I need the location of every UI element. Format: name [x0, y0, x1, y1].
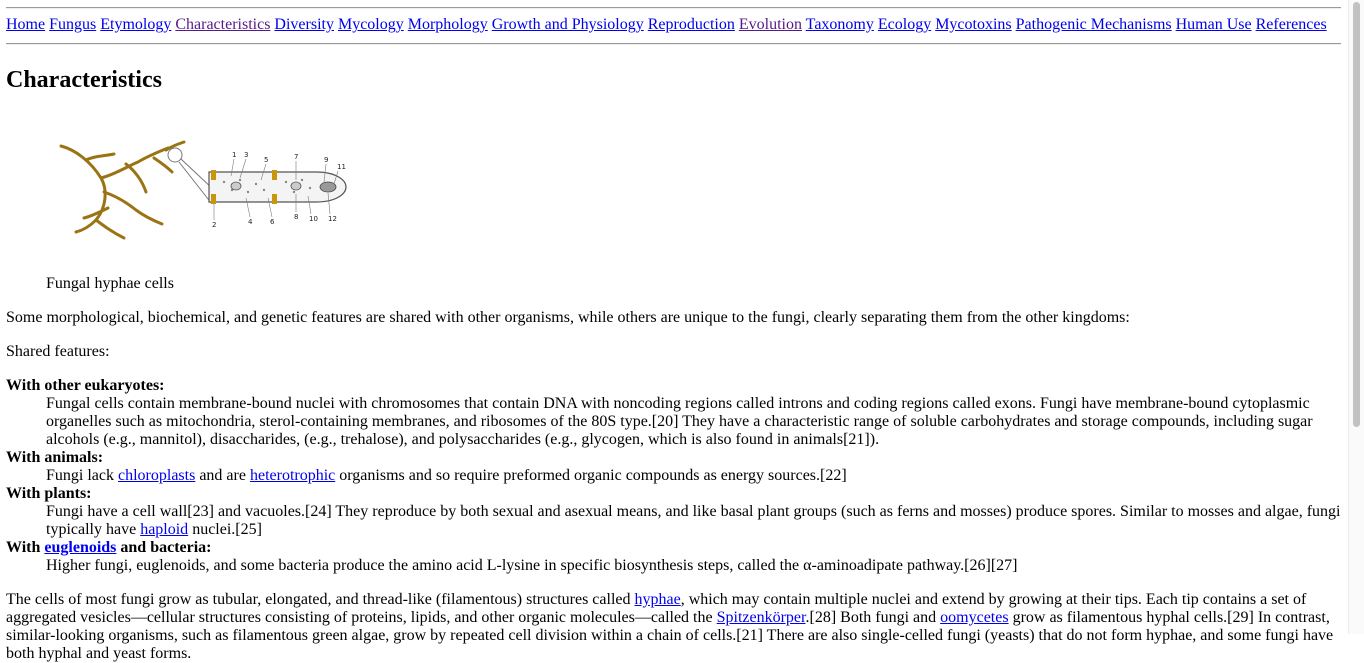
septum-right-bottom: [272, 194, 277, 204]
desc-eukaryotes: Fungal cells contain membrane-bound nucl…: [46, 395, 1313, 448]
link-oomycetes[interactable]: oomycetes: [940, 609, 1008, 626]
nav-link-fungus[interactable]: Fungus: [49, 16, 96, 33]
page-title: Characteristics: [6, 67, 162, 93]
desc-animals-mid: and are: [195, 467, 250, 484]
nucleus-1: [230, 181, 242, 191]
nav-link-ecology[interactable]: Ecology: [878, 16, 931, 33]
link-spitzenkorper[interactable]: Spitzenkörper: [717, 609, 806, 626]
vertical-scrollbar[interactable]: [1348, 0, 1364, 634]
nav-link-pathogenic-mechanisms[interactable]: Pathogenic Mechanisms: [1016, 16, 1172, 33]
link-chloroplasts[interactable]: chloroplasts: [118, 467, 195, 484]
link-euglenoids[interactable]: euglenoids: [44, 539, 116, 556]
label-2: 2: [212, 221, 216, 229]
top-divider: [6, 7, 1341, 9]
nav-link-mycology[interactable]: Mycology: [338, 16, 404, 33]
term-plants: With plants:: [6, 485, 92, 502]
growth-pre: The cells of most fungi grow as tubular,…: [6, 591, 635, 608]
desc-animals: Fungi lack chloroplasts and are heterotr…: [46, 467, 1341, 485]
term-bacteria-post: and bacteria:: [116, 539, 212, 556]
desc-animals-pre: Fungi lack: [46, 467, 118, 484]
label-3: 3: [244, 151, 248, 159]
scrollbar-thumb[interactable]: [1353, 2, 1360, 427]
growth-paragraph: The cells of most fungi grow as tubular,…: [6, 591, 1341, 663]
label-10: 10: [309, 215, 318, 223]
hyphae-diagram: 1 2 3 4 5 6 7 8 9 10 11 12: [59, 140, 347, 240]
nav-link-references[interactable]: References: [1256, 16, 1327, 33]
figure-caption: Fungal hyphae cells: [46, 275, 174, 292]
hyphae-figure: 1 2 3 4 5 6 7 8 9 10 11 12: [46, 130, 356, 250]
septum-left-top: [211, 170, 216, 180]
growth-mid2: .[28] Both fungi and: [805, 609, 941, 626]
shared-features-list: With other eukaryotes: Fungal cells cont…: [6, 377, 1341, 575]
term-eukaryotes: With other eukaryotes:: [6, 377, 165, 394]
spitzenkorper: [319, 181, 337, 193]
nav-link-reproduction[interactable]: Reproduction: [648, 16, 735, 33]
label-8: 8: [294, 213, 298, 221]
label-5: 5: [264, 156, 268, 164]
label-7: 7: [294, 153, 298, 161]
nav-link-growth-physiology[interactable]: Growth and Physiology: [492, 16, 644, 33]
desc-bacteria: Higher fungi, euglenoids, and some bacte…: [46, 557, 1018, 574]
term-bacteria: With euglenoids and bacteria:: [6, 539, 1341, 557]
desc-plants-post: nuclei.[25]: [188, 521, 262, 538]
label-9: 9: [324, 156, 328, 164]
nav-link-evolution[interactable]: Evolution: [739, 16, 802, 33]
zoom-circle: [167, 147, 183, 163]
nav-link-mycotoxins[interactable]: Mycotoxins: [935, 16, 1011, 33]
nav-link-human-use[interactable]: Human Use: [1176, 16, 1252, 33]
bottom-divider: [6, 43, 1341, 45]
nav-link-taxonomy[interactable]: Taxonomy: [806, 16, 874, 33]
nav-link-characteristics[interactable]: Characteristics: [175, 16, 270, 33]
nav-bar: Home Fungus Etymology Characteristics Di…: [6, 16, 1327, 34]
nav-link-home[interactable]: Home: [6, 16, 45, 33]
desc-animals-post: organisms and so require preformed organ…: [335, 467, 847, 484]
nav-link-etymology[interactable]: Etymology: [100, 16, 171, 33]
link-haploid[interactable]: haploid: [140, 521, 188, 538]
desc-plants: Fungi have a cell wall[23] and vacuoles.…: [46, 503, 1341, 539]
label-1: 1: [232, 151, 236, 159]
septum-right-top: [272, 170, 277, 180]
nav-link-morphology[interactable]: Morphology: [408, 16, 488, 33]
hyphae-branches: [59, 140, 186, 240]
link-heterotrophic[interactable]: heterotrophic: [250, 467, 335, 484]
label-6: 6: [270, 218, 275, 226]
label-12: 12: [328, 215, 337, 223]
term-bacteria-pre: With: [6, 539, 45, 556]
link-hyphae[interactable]: hyphae: [635, 591, 681, 608]
label-11: 11: [337, 163, 346, 171]
shared-features-label: Shared features:: [6, 343, 110, 360]
term-animals: With animals:: [6, 449, 104, 466]
septum-left-bottom: [211, 194, 216, 204]
nav-link-diversity[interactable]: Diversity: [274, 16, 334, 33]
intro-paragraph: Some morphological, biochemical, and gen…: [6, 309, 1130, 326]
label-4: 4: [248, 218, 253, 226]
nucleus-2: [290, 181, 302, 191]
